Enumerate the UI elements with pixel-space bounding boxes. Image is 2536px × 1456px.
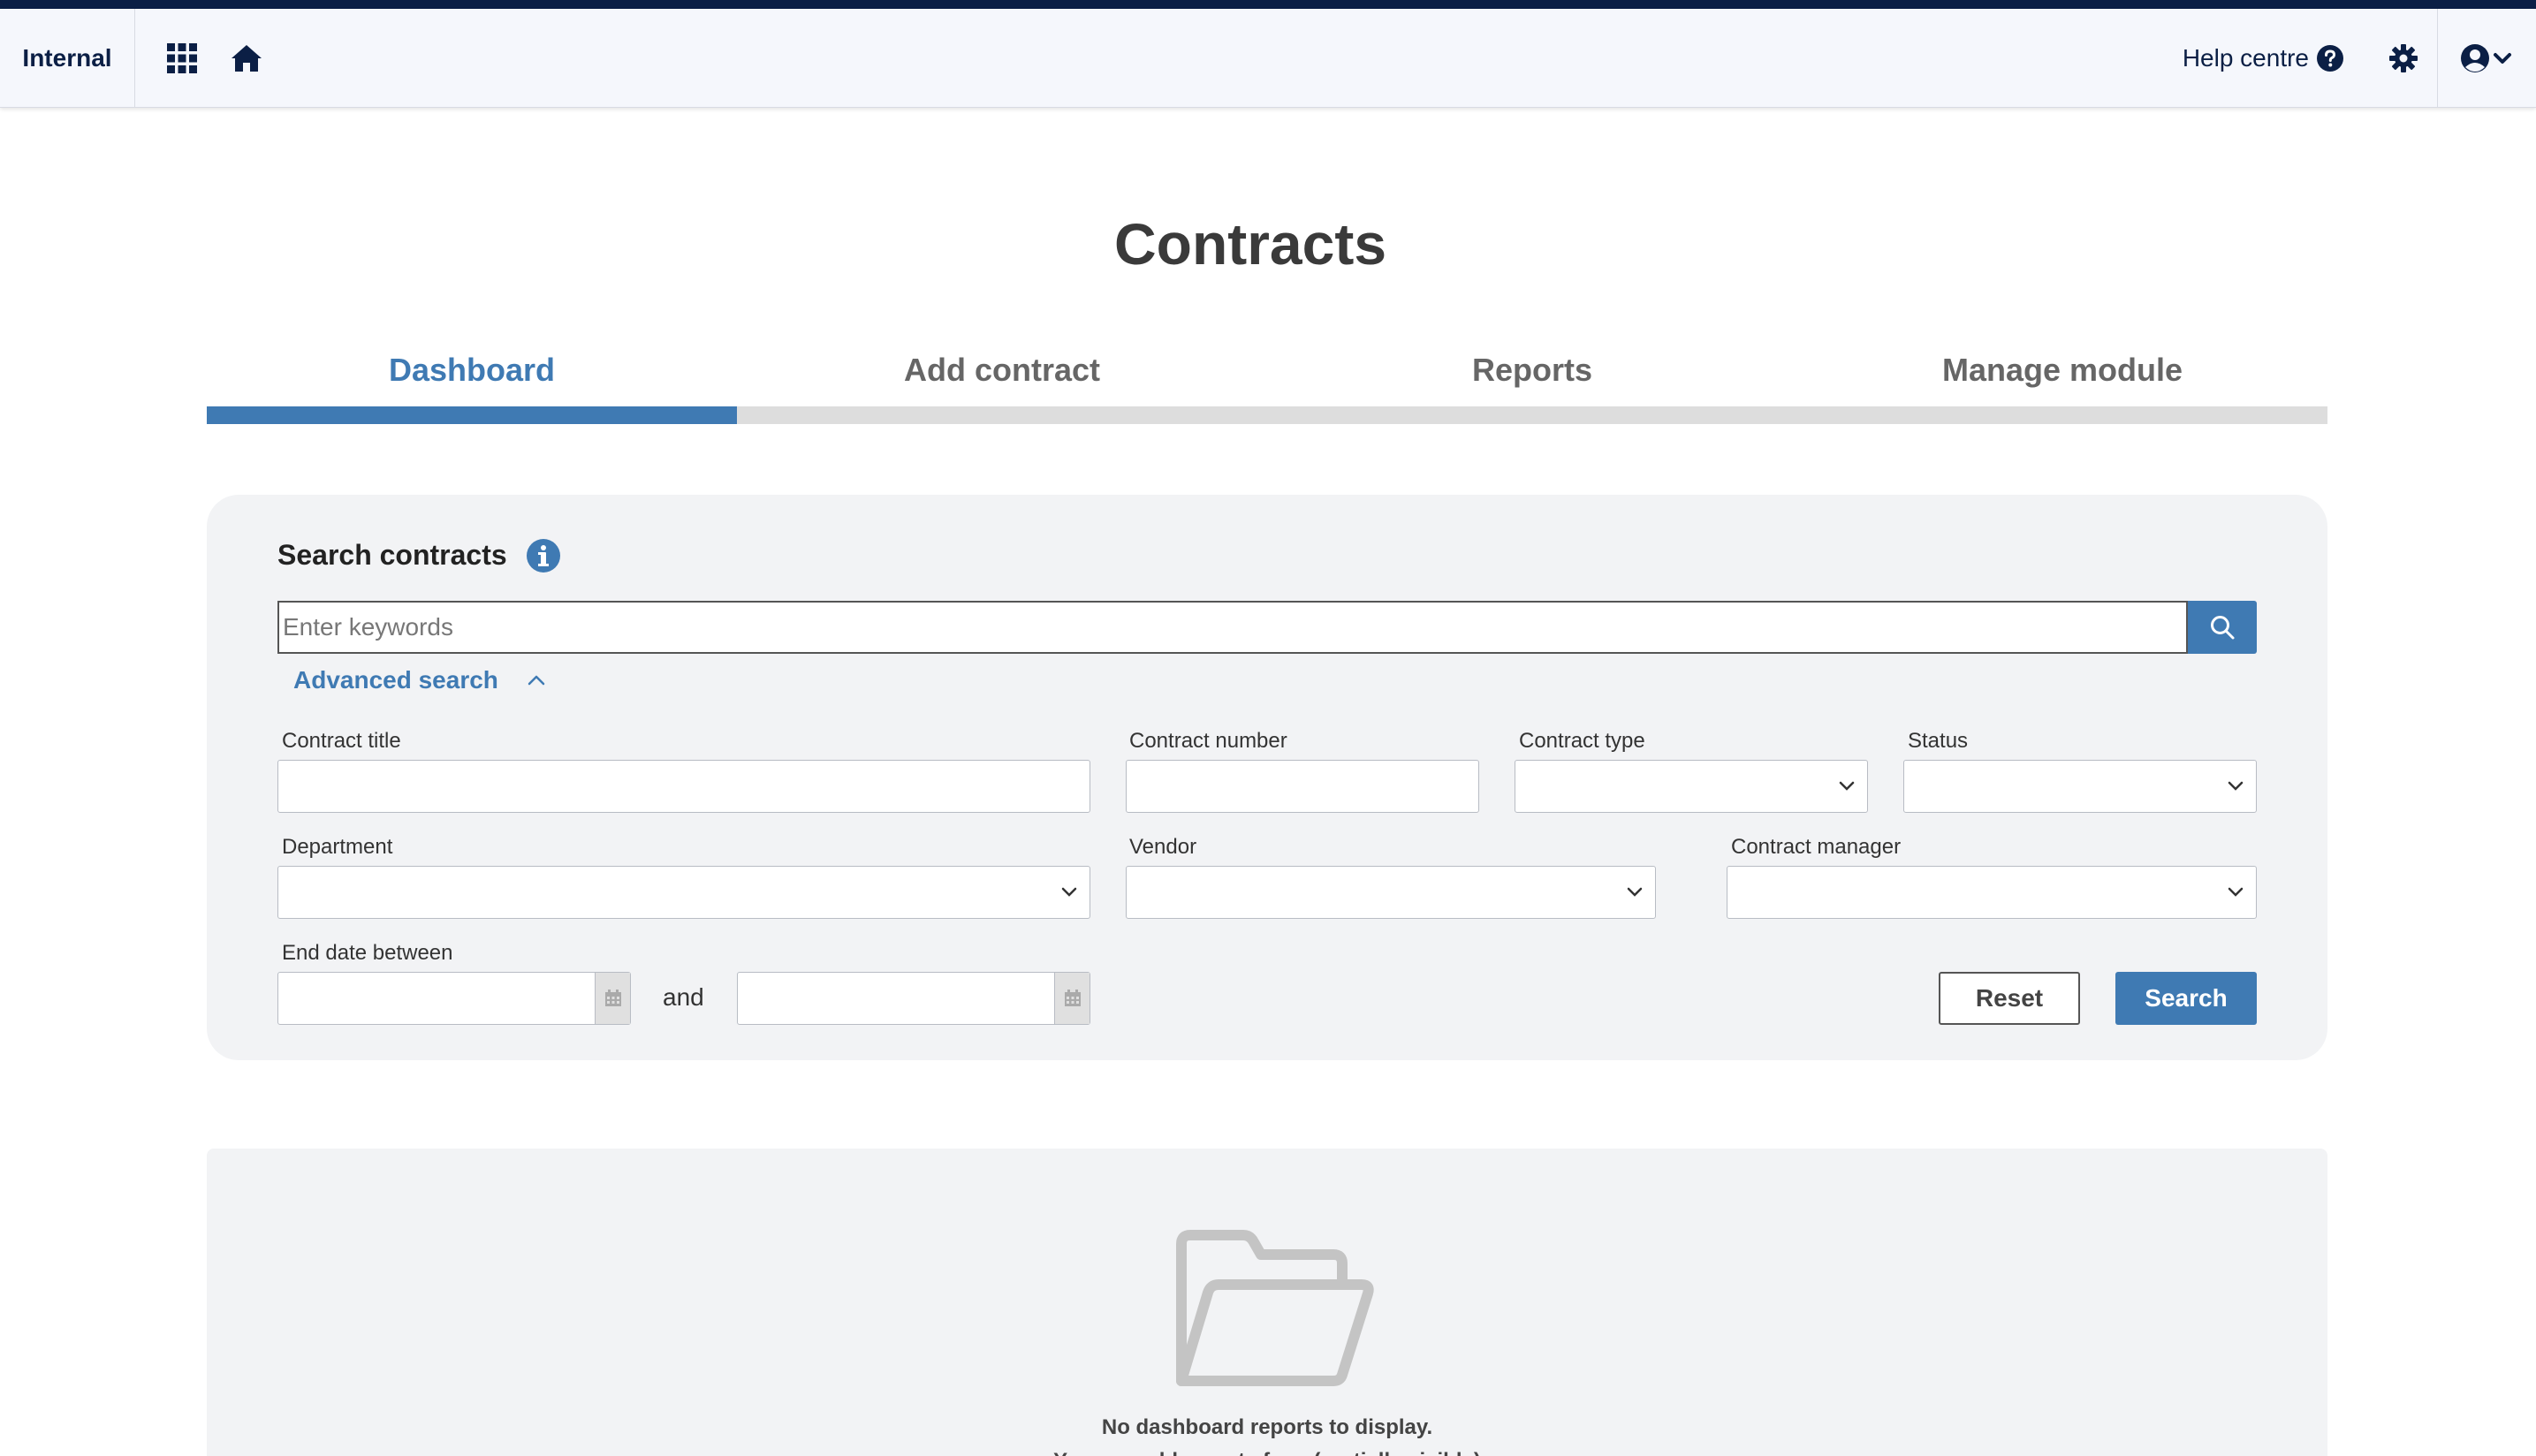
contract-manager-label: Contract manager: [1731, 835, 1902, 859]
gear-icon: [2389, 44, 2418, 72]
top-navbar: Internal Help centre: [0, 9, 2536, 108]
status-label: Status: [1908, 729, 1969, 753]
folder-open-icon: [1176, 1230, 1374, 1386]
chevron-down-icon: [1061, 887, 1077, 897]
tab-label: Reports: [1471, 352, 1593, 388]
chevron-down-icon: [2228, 781, 2244, 791]
chevron-down-icon: [2228, 887, 2244, 897]
dashboard-reports-panel: No dashboard reports to display. You can…: [207, 1149, 2327, 1456]
contract-title-input[interactable]: [278, 761, 1090, 812]
contract-title-field[interactable]: [277, 760, 1090, 813]
search-panel-title: Search contracts: [277, 539, 507, 571]
user-menu-button[interactable]: [2456, 39, 2515, 78]
tab-manage-module[interactable]: Manage module: [1797, 345, 2327, 424]
end-date-from-field[interactable]: [277, 972, 631, 1025]
calendar-icon: [1064, 990, 1081, 1006]
brand-label[interactable]: Internal: [0, 9, 135, 108]
help-circle-icon: [2317, 45, 2343, 72]
status-select[interactable]: [1903, 760, 2257, 813]
department-label: Department: [282, 835, 393, 859]
module-tabs: Dashboard Add contract Reports Manage mo…: [207, 345, 2327, 424]
tab-label: Manage module: [1941, 352, 2183, 388]
keywords-search-button[interactable]: [2188, 601, 2257, 654]
contract-number-label: Contract number: [1129, 729, 1287, 753]
reset-button[interactable]: Reset: [1939, 972, 2080, 1025]
contract-number-field[interactable]: [1126, 760, 1479, 813]
help-centre-link[interactable]: Help centre: [2183, 9, 2344, 108]
empty-state-message: No dashboard reports to display.: [1101, 1415, 1433, 1439]
tab-indicator: [737, 406, 1267, 424]
top-accent-strip: [0, 0, 2536, 9]
end-date-to-field[interactable]: [737, 972, 1090, 1025]
contract-manager-select[interactable]: [1727, 866, 2257, 919]
chevron-down-icon: [2494, 53, 2511, 64]
contract-title-label: Contract title: [282, 729, 401, 753]
user-account-icon: [2461, 44, 2489, 72]
tab-indicator: [1797, 406, 2327, 424]
settings-button[interactable]: [2386, 41, 2421, 76]
chevron-down-icon: [1839, 781, 1855, 791]
end-date-from-input[interactable]: [278, 973, 595, 1024]
vendor-select[interactable]: [1126, 866, 1656, 919]
contract-type-select[interactable]: [1515, 760, 1868, 813]
contract-type-label: Contract type: [1519, 729, 1645, 753]
search-icon: [2211, 616, 2235, 640]
chevron-up-icon: [528, 675, 545, 686]
tab-dashboard[interactable]: Dashboard: [207, 345, 737, 424]
navbar-divider: [2437, 9, 2438, 108]
apps-grid-icon[interactable]: [164, 41, 200, 76]
page-title: Contracts: [1113, 211, 1387, 277]
vendor-label: Vendor: [1129, 835, 1197, 859]
home-icon[interactable]: [229, 41, 264, 76]
search-button[interactable]: Search: [2115, 972, 2257, 1025]
tab-indicator: [207, 406, 737, 424]
empty-state-subtext: You can add reports for... (partially vi…: [207, 1449, 2327, 1456]
calendar-icon: [604, 990, 621, 1006]
date-range-and-label: and: [663, 983, 704, 1011]
tab-reports[interactable]: Reports: [1267, 345, 1797, 424]
search-contracts-panel: Search contracts Advanced search Contrac…: [207, 495, 2327, 1060]
advanced-search-toggle[interactable]: Advanced search: [293, 666, 546, 694]
contract-number-input[interactable]: [1127, 761, 1478, 812]
keywords-search-input[interactable]: [277, 601, 2188, 654]
advanced-search-label: Advanced search: [293, 666, 498, 694]
department-select[interactable]: [277, 866, 1090, 919]
tab-add-contract[interactable]: Add contract: [737, 345, 1267, 424]
info-icon[interactable]: [526, 538, 561, 573]
end-date-label: End date between: [282, 941, 453, 965]
calendar-button[interactable]: [595, 973, 630, 1024]
help-centre-label: Help centre: [2182, 44, 2309, 72]
tab-indicator: [1267, 406, 1797, 424]
tab-label: Add contract: [903, 352, 1100, 388]
calendar-button[interactable]: [1054, 973, 1090, 1024]
end-date-to-input[interactable]: [738, 973, 1054, 1024]
chevron-down-icon: [1627, 887, 1643, 897]
tab-label: Dashboard: [388, 352, 556, 388]
